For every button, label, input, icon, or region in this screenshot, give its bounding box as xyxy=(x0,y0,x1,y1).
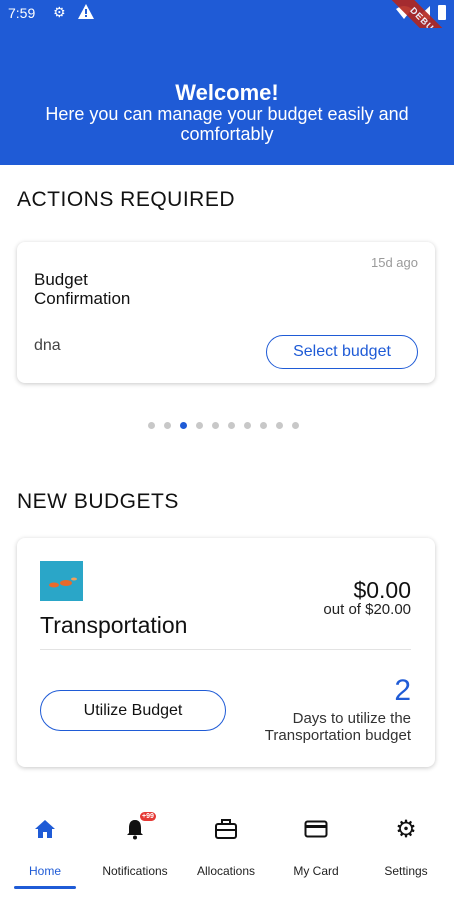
pager-dot[interactable] xyxy=(180,422,187,429)
pager-dot[interactable] xyxy=(212,422,219,429)
status-alert-icon xyxy=(78,4,94,19)
bell-icon xyxy=(90,816,180,842)
carousel-pager xyxy=(148,422,299,430)
new-budgets-title: NEW BUDGETS xyxy=(17,490,179,513)
select-budget-button[interactable]: Select budget xyxy=(266,335,418,369)
nav-my-card[interactable]: My Card xyxy=(271,800,361,900)
budget-card: Transportation $0.00 out of $20.00 Utili… xyxy=(17,538,435,767)
nav-notifications[interactable]: +99 Notifications xyxy=(90,800,180,900)
action-detail: dna xyxy=(34,337,61,354)
budget-total-amount: out of $20.00 xyxy=(323,601,411,618)
nav-active-indicator xyxy=(14,886,76,889)
pager-dot[interactable] xyxy=(196,422,203,429)
nav-label-settings: Settings xyxy=(384,864,428,878)
gear-icon: ⚙ xyxy=(395,815,417,843)
days-remaining-count: 2 xyxy=(394,674,411,707)
nav-label-home: Home xyxy=(28,864,61,878)
status-bar: 7:59 ⚙ xyxy=(0,0,454,28)
home-icon xyxy=(0,816,90,842)
actions-required-title: ACTIONS REQUIRED xyxy=(17,188,236,211)
nav-home[interactable]: Home xyxy=(0,800,90,900)
briefcase-icon xyxy=(181,816,271,842)
nav-label-my-card: My Card xyxy=(293,864,339,878)
welcome-subtitle: Here you can manage your budget easily a… xyxy=(45,104,409,144)
status-time: 7:59 xyxy=(8,5,36,21)
bottom-navigation: Home +99 Notifications Allocations My Ca… xyxy=(0,800,454,900)
utilize-budget-button[interactable]: Utilize Budget xyxy=(40,690,226,731)
days-remaining-text: Days to utilize the Transportation budge… xyxy=(264,710,411,744)
battery-icon xyxy=(438,5,446,20)
action-name: Budget Confirmation xyxy=(34,270,131,308)
budget-thumbnail xyxy=(40,561,83,601)
pager-dot[interactable] xyxy=(148,422,155,429)
welcome-title: Welcome! xyxy=(175,80,279,105)
budget-spent-amount: $0.00 xyxy=(353,577,411,603)
pager-dot[interactable] xyxy=(292,422,299,429)
nav-label-notifications: Notifications xyxy=(102,864,168,878)
status-settings-icon: ⚙ xyxy=(53,5,66,21)
pager-dot[interactable] xyxy=(276,422,283,429)
budget-divider xyxy=(40,649,411,650)
credit-card-icon xyxy=(271,816,361,842)
pager-dot[interactable] xyxy=(244,422,251,429)
nav-label-allocations: Allocations xyxy=(196,864,256,878)
nav-settings[interactable]: ⚙ Settings xyxy=(361,800,451,900)
notification-badge: +99 xyxy=(140,812,156,821)
action-card: 15d ago Budget Confirmation dna Select b… xyxy=(17,242,435,383)
budget-name: Transportation xyxy=(40,612,188,638)
pager-dot[interactable] xyxy=(228,422,235,429)
nav-allocations[interactable]: Allocations xyxy=(181,800,271,900)
welcome-header: Welcome! Here you can manage your budget… xyxy=(0,28,454,165)
pager-dot[interactable] xyxy=(164,422,171,429)
action-time-ago: 15d ago xyxy=(371,255,418,270)
pager-dot[interactable] xyxy=(260,422,267,429)
